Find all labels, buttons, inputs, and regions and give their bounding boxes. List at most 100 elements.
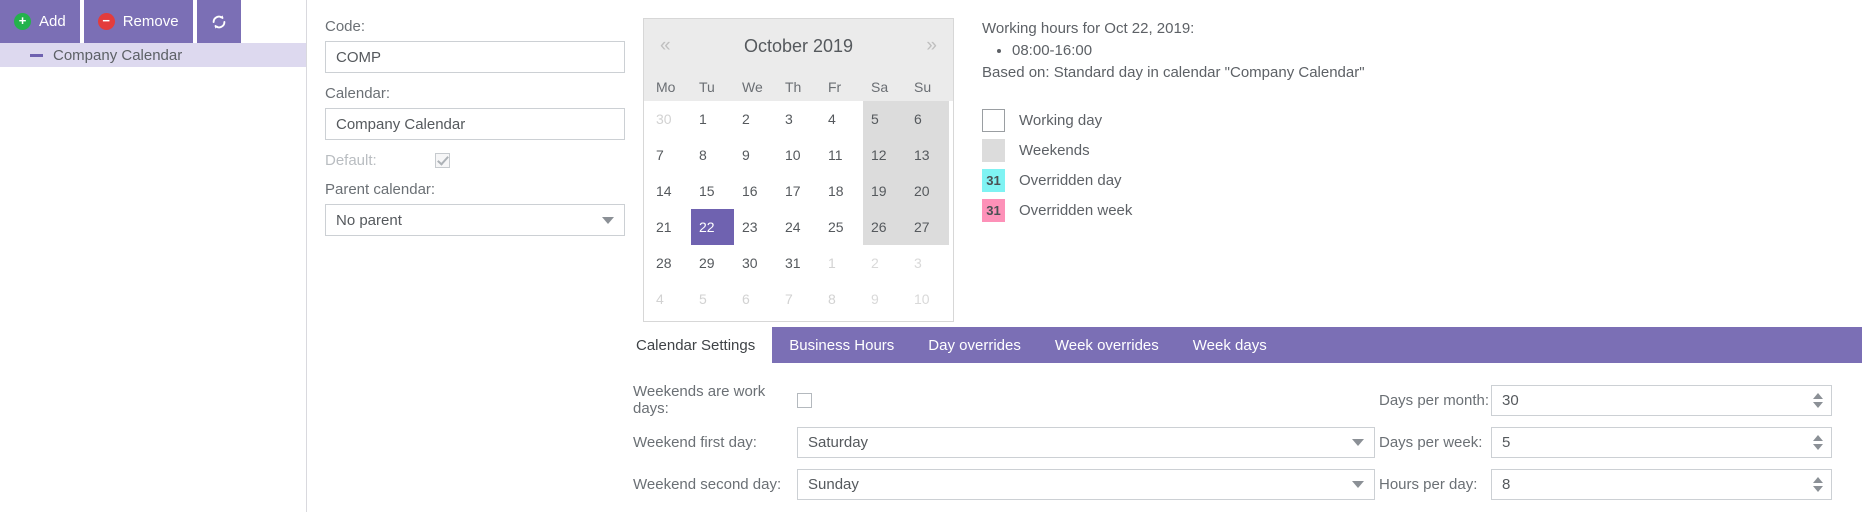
setting-spinner[interactable]: 5 (1491, 426, 1832, 458)
calendar-day[interactable]: 1 (820, 245, 863, 281)
calendar-day[interactable]: 13 (906, 137, 949, 173)
legend-swatch-working (982, 108, 1005, 132)
code-input[interactable]: COMP (325, 41, 625, 73)
calendar-day[interactable]: 10 (777, 137, 820, 173)
calendar-day[interactable]: 30 (734, 245, 777, 281)
settings-left-column: Weekends are work days: Weekend first day… (619, 379, 1379, 512)
tab-week-overrides[interactable]: Week overrides (1038, 327, 1176, 363)
legend-label: Working day (1019, 111, 1103, 129)
calendar-day[interactable]: 4 (648, 281, 691, 317)
calendar-day[interactable]: 11 (820, 137, 863, 173)
calendar-day[interactable]: 5 (691, 281, 734, 317)
spinner-arrows (1813, 392, 1823, 408)
calendar-day[interactable]: 9 (734, 137, 777, 173)
calendar-day[interactable]: 3 (906, 245, 949, 281)
calendar-admin-app: + Add − Remove Company Calendar Code: CO… (0, 0, 1862, 512)
legend-label: Overridden day (1019, 171, 1122, 189)
calendar-day[interactable]: 6 (734, 281, 777, 317)
calendar-day[interactable]: 9 (863, 281, 906, 317)
dow-mo: Mo (656, 79, 676, 95)
calendar-day[interactable]: 15 (691, 173, 734, 209)
code-field-group: Code: COMP (325, 18, 625, 73)
setting-spinner[interactable]: 30 (1491, 384, 1832, 416)
spinner-up-icon[interactable] (1813, 392, 1823, 399)
chevron-down-icon (1352, 438, 1364, 446)
weekends-are-work-days-checkbox[interactable] (797, 392, 812, 408)
spinner-up-icon[interactable] (1813, 476, 1823, 483)
refresh-button[interactable] (196, 0, 241, 43)
spinner-down-icon[interactable] (1813, 401, 1823, 408)
calendar-day[interactable]: 19 (863, 173, 906, 209)
calendar-day[interactable]: 7 (648, 137, 691, 173)
legend-row: Working day (982, 105, 1365, 135)
setting-select[interactable]: Saturday (797, 426, 1375, 458)
calendar-day[interactable]: 28 (648, 245, 691, 281)
tab-week-days[interactable]: Week days (1176, 327, 1284, 363)
calendar-day[interactable]: 7 (777, 281, 820, 317)
spinner-arrows (1813, 434, 1823, 450)
calendar-day[interactable]: 4 (820, 101, 863, 137)
calendar-day[interactable]: 2 (734, 101, 777, 137)
month-calendar: « October 2019 » Mo Tu We Th Fr Sa Su 30… (643, 18, 954, 322)
calendar-day[interactable]: 27 (906, 209, 949, 245)
calendar-day[interactable]: 6 (906, 101, 949, 137)
calendar-day[interactable]: 10 (906, 281, 949, 317)
setting-row: Hours per day: 8 (1379, 463, 1832, 505)
setting-label: Days per month: (1379, 391, 1490, 409)
setting-label: Weekends are work days: (633, 383, 766, 417)
calendar-day[interactable]: 1 (691, 101, 734, 137)
calendar-day[interactable]: 8 (820, 281, 863, 317)
parent-calendar-field-group: Parent calendar: No parent (325, 181, 625, 236)
legend-row: 31 Overridden day (982, 165, 1365, 195)
setting-select[interactable]: Sunday (797, 468, 1375, 500)
tree-item-company-calendar[interactable]: Company Calendar (0, 43, 306, 67)
calendar-day[interactable]: 3 (777, 101, 820, 137)
setting-label: Weekend first day: (633, 433, 757, 451)
setting-row: Days per month: 30 (1379, 379, 1832, 421)
calendar-form: Code: COMP Calendar: Company Calendar De… (307, 18, 625, 302)
calendar-settings-panel: Weekends are work days: Weekend first day… (619, 363, 1862, 512)
calendar-day[interactable]: 14 (648, 173, 691, 209)
calendar-day[interactable]: 17 (777, 173, 820, 209)
dow-tu: Tu (699, 79, 715, 95)
working-hours-item: 08:00-16:00 (1012, 42, 1365, 59)
spinner-down-icon[interactable] (1813, 485, 1823, 492)
calendar-label: Calendar: (325, 85, 391, 102)
calendar-day[interactable]: 31 (777, 245, 820, 281)
calendar-day[interactable]: 12 (863, 137, 906, 173)
tab-calendar-settings[interactable]: Calendar Settings (619, 327, 773, 363)
calendar-day[interactable]: 24 (777, 209, 820, 245)
parent-calendar-select[interactable]: No parent (325, 204, 625, 236)
minus-circle-icon: − (97, 13, 115, 30)
spinner-down-icon[interactable] (1813, 443, 1823, 450)
tab-business-hours[interactable]: Business Hours (772, 327, 911, 363)
calendar-day[interactable]: 8 (691, 137, 734, 173)
calendar-day[interactable]: 18 (820, 173, 863, 209)
remove-button[interactable]: − Remove (83, 0, 193, 43)
refresh-icon (210, 13, 228, 31)
prev-month-button[interactable]: « (660, 35, 671, 57)
tab-day-overrides[interactable]: Day overrides (911, 327, 1038, 363)
calendar-day[interactable]: 29 (691, 245, 734, 281)
calendar-day[interactable]: 26 (863, 209, 906, 245)
calendar-day[interactable]: 25 (820, 209, 863, 245)
calendar-field-group: Calendar: Company Calendar (325, 85, 625, 140)
calendar-day[interactable]: 16 (734, 173, 777, 209)
add-button[interactable]: + Add (0, 0, 80, 43)
collapse-dash-icon[interactable] (30, 53, 43, 57)
calendar-day[interactable]: 5 (863, 101, 906, 137)
calendar-day[interactable]: 30 (648, 101, 691, 137)
calendar-day-selected[interactable]: 22 (691, 209, 734, 245)
dow-sa: Sa (871, 79, 889, 95)
setting-spinner-value: 8 (1502, 475, 1511, 493)
calendar-day[interactable]: 20 (906, 173, 949, 209)
setting-spinner[interactable]: 8 (1491, 468, 1832, 500)
calendar-input[interactable]: Company Calendar (325, 108, 625, 140)
calendar-day[interactable]: 23 (734, 209, 777, 245)
default-checkbox (435, 153, 450, 168)
calendar-day[interactable]: 2 (863, 245, 906, 281)
calendar-day[interactable]: 21 (648, 209, 691, 245)
next-month-button[interactable]: » (926, 35, 937, 57)
spinner-up-icon[interactable] (1813, 434, 1823, 441)
setting-label: Weekend second day: (633, 475, 782, 493)
